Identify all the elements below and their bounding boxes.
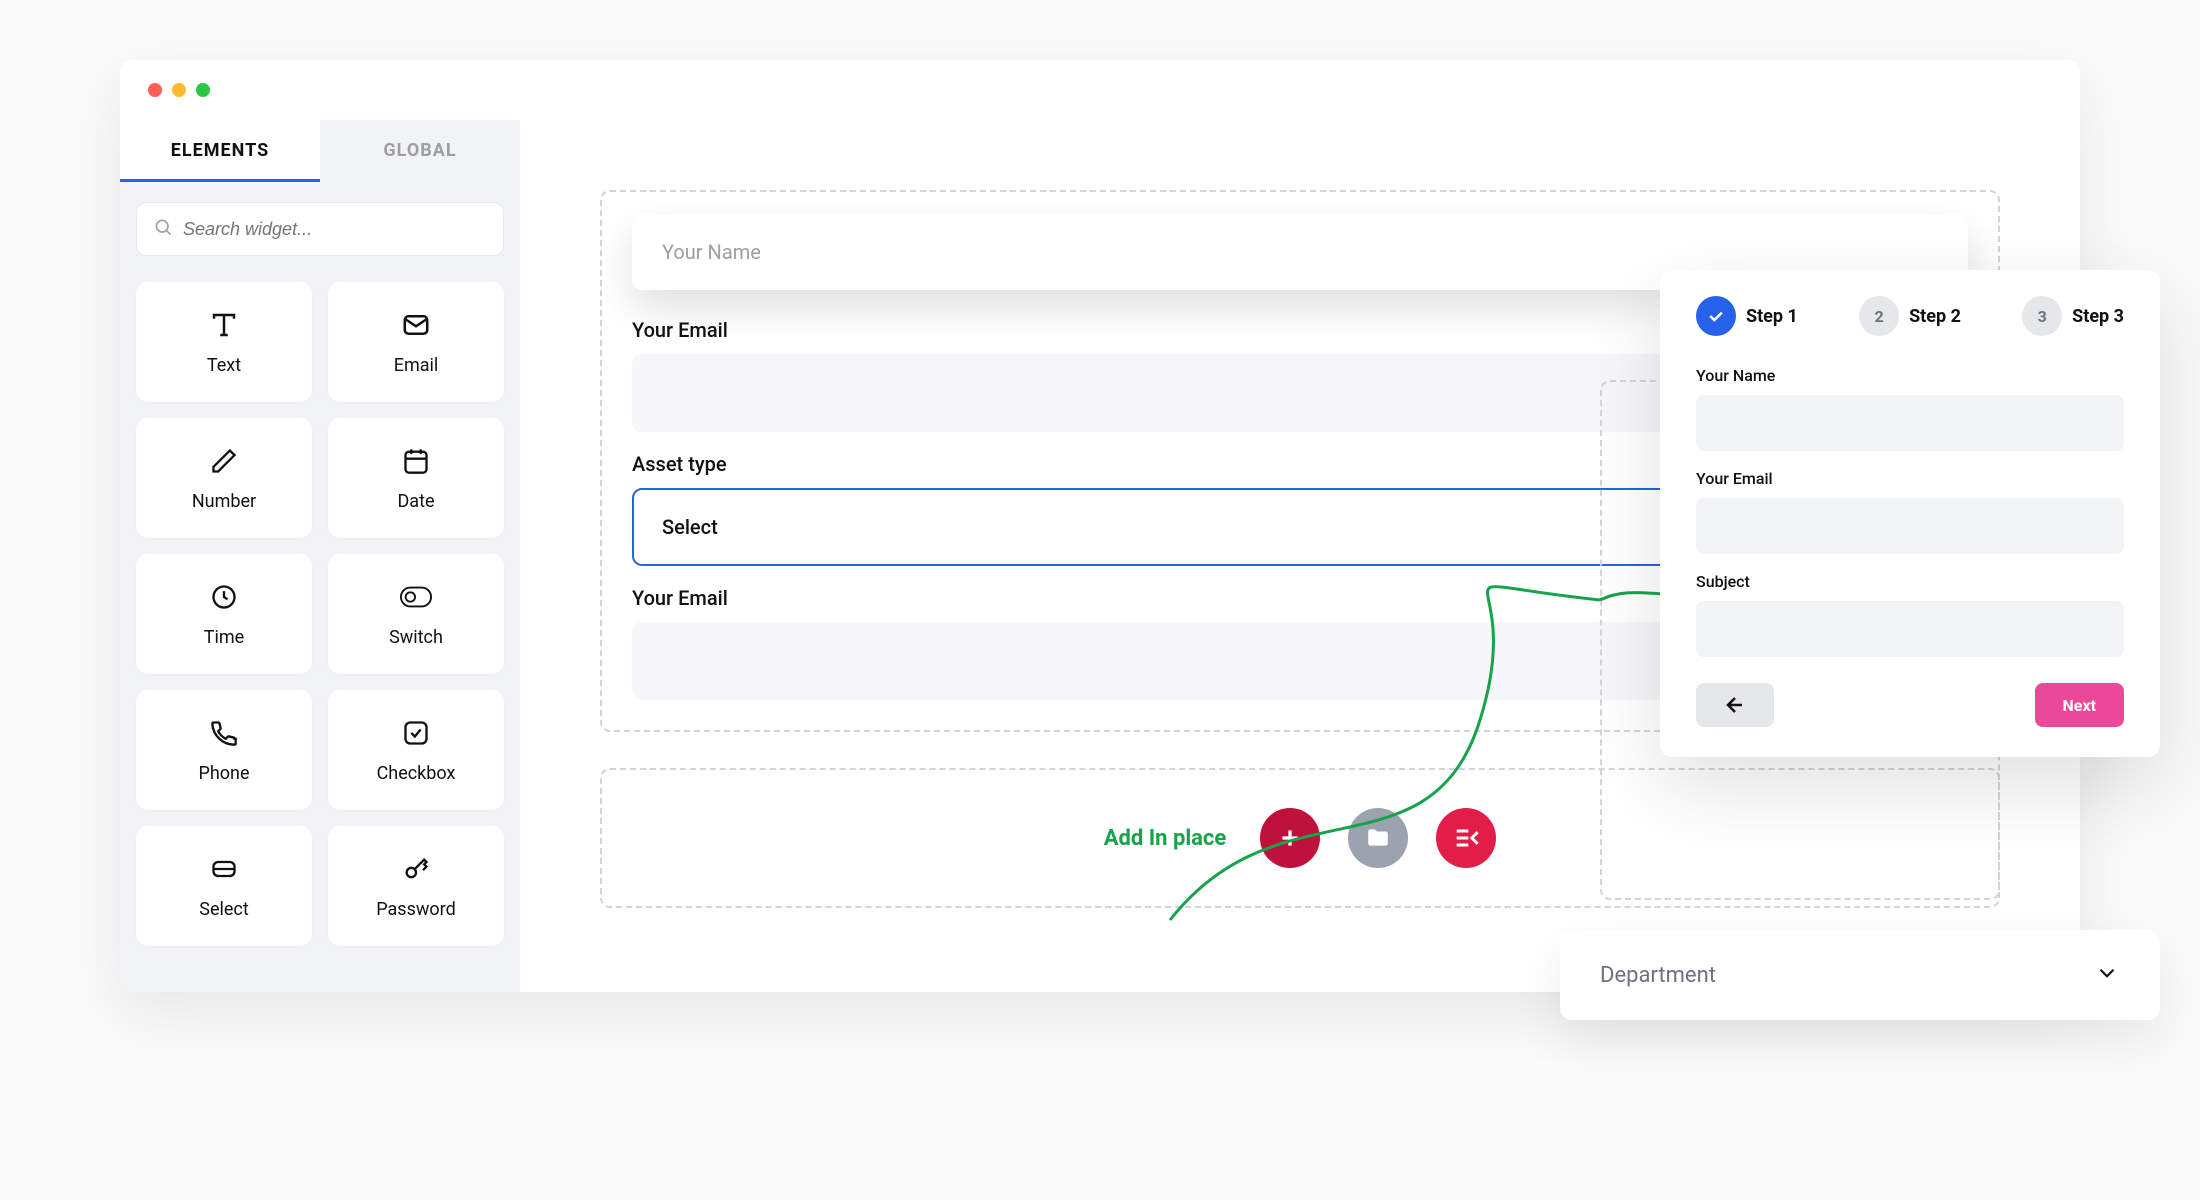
step-1[interactable]: Step 1 <box>1696 296 1798 336</box>
preview-name-input[interactable] <box>1696 395 2124 451</box>
window-minimize-dot[interactable] <box>172 83 186 97</box>
email-icon <box>400 309 432 341</box>
checkbox-icon <box>400 717 432 749</box>
widget-number[interactable]: Number <box>136 418 312 538</box>
widget-password[interactable]: Password <box>328 826 504 946</box>
step-label: Step 3 <box>2072 306 2124 327</box>
form-canvas: Your Name Your Email Asset type Select Y… <box>520 120 2080 992</box>
pencil-icon <box>208 445 240 477</box>
widget-date[interactable]: Date <box>328 418 504 538</box>
chevron-down-icon <box>2094 960 2120 990</box>
preview-name-label: Your Name <box>1696 366 2124 385</box>
search-input-wrap[interactable] <box>136 202 504 256</box>
department-select[interactable]: Department <box>1560 930 2160 1020</box>
search-input[interactable] <box>183 219 487 240</box>
step-badge: 2 <box>1859 296 1899 336</box>
step-label: Step 2 <box>1909 306 1961 327</box>
widget-label: Checkbox <box>377 763 456 784</box>
widget-label: Password <box>376 899 456 920</box>
widget-time[interactable]: Time <box>136 554 312 674</box>
preview-subject-input[interactable] <box>1696 601 2124 657</box>
preview-email-label: Your Email <box>1696 469 2124 488</box>
step-indicator: Step 1 2 Step 2 3 Step 3 <box>1696 296 2124 336</box>
widget-label: Date <box>397 491 434 512</box>
step-3[interactable]: 3 Step 3 <box>2022 296 2124 336</box>
widget-phone[interactable]: Phone <box>136 690 312 810</box>
folder-button[interactable] <box>1348 808 1408 868</box>
widget-text[interactable]: Text <box>136 282 312 402</box>
step-label: Step 1 <box>1746 306 1798 327</box>
sidebar-tabs: ELEMENTS GLOBAL <box>120 120 520 182</box>
step-2[interactable]: 2 Step 2 <box>1859 296 1961 336</box>
widget-email[interactable]: Email <box>328 282 504 402</box>
back-button[interactable] <box>1696 683 1774 727</box>
ek-button[interactable] <box>1436 808 1496 868</box>
widget-switch[interactable]: Switch <box>328 554 504 674</box>
search-icon <box>153 217 173 241</box>
add-button[interactable] <box>1260 808 1320 868</box>
calendar-icon <box>400 445 432 477</box>
next-button[interactable]: Next <box>2035 683 2124 727</box>
preview-subject-label: Subject <box>1696 572 2124 591</box>
tab-elements[interactable]: ELEMENTS <box>120 120 320 182</box>
select-placeholder: Select <box>662 515 718 539</box>
widget-label: Select <box>199 899 248 920</box>
widget-select[interactable]: Select <box>136 826 312 946</box>
widget-checkbox[interactable]: Checkbox <box>328 690 504 810</box>
clock-icon <box>208 581 240 613</box>
sidebar: ELEMENTS GLOBAL Text Email <box>120 120 520 992</box>
widget-label: Switch <box>389 627 443 648</box>
add-in-place-label: Add In place <box>1104 826 1227 851</box>
widget-label: Time <box>204 627 244 648</box>
multistep-preview: Step 1 2 Step 2 3 Step 3 Your Name Your … <box>1660 270 2160 757</box>
tab-global[interactable]: GLOBAL <box>320 120 520 182</box>
widget-label: Text <box>207 355 241 376</box>
titlebar <box>120 60 2080 120</box>
widget-label: Email <box>394 355 439 376</box>
widget-palette: Text Email Number Date Time <box>120 266 520 962</box>
preview-email-input[interactable] <box>1696 498 2124 554</box>
switch-icon <box>400 581 432 613</box>
check-icon <box>1696 296 1736 336</box>
widget-label: Number <box>192 491 256 512</box>
arrow-left-icon <box>1723 693 1747 717</box>
app-window: ELEMENTS GLOBAL Text Email <box>120 60 2080 992</box>
window-maximize-dot[interactable] <box>196 83 210 97</box>
key-icon <box>400 853 432 885</box>
widget-label: Phone <box>198 763 249 784</box>
select-icon <box>208 853 240 885</box>
step-badge: 3 <box>2022 296 2062 336</box>
text-icon <box>208 309 240 341</box>
window-close-dot[interactable] <box>148 83 162 97</box>
department-label: Department <box>1600 963 1716 988</box>
phone-icon <box>208 717 240 749</box>
